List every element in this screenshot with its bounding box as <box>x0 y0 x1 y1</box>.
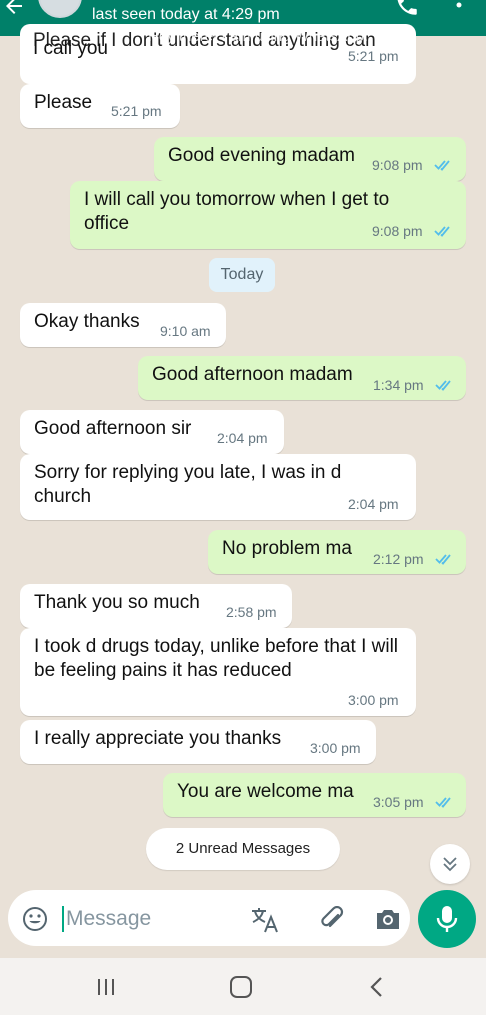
emoji-icon[interactable] <box>22 906 48 932</box>
message-time: 2:58 pm <box>226 604 277 620</box>
message-text: Sorry for replying you late, I was in d … <box>34 462 342 507</box>
message-bubble-incoming[interactable]: I took d drugs today, unlike before that… <box>20 628 416 716</box>
message-text: Good afternoon sir <box>34 418 192 439</box>
mic-icon <box>436 906 458 932</box>
message-text: I really appreciate you thanks <box>34 728 282 749</box>
about-toast: Hey there! I am using WhatsApp. <box>148 28 369 45</box>
message-time: 3:00 pm <box>348 692 399 708</box>
double-chevron-down-icon <box>443 857 457 872</box>
read-ticks-icon <box>434 226 450 237</box>
text-cursor <box>62 906 64 932</box>
message-text: Please <box>34 92 93 113</box>
message-text: Good evening madam <box>168 145 355 166</box>
message-bubble-outgoing[interactable]: Good evening madam 9:08 pm <box>154 137 466 181</box>
message-time: 9:10 am <box>160 323 211 339</box>
message-bubble-outgoing[interactable]: I will call you tomorrow when I get to o… <box>70 181 466 249</box>
attach-icon[interactable] <box>318 906 346 934</box>
message-text: Okay thanks <box>34 311 140 332</box>
read-ticks-icon <box>435 380 451 391</box>
read-ticks-icon <box>435 554 451 565</box>
message-time: 9:08 pm <box>372 157 423 173</box>
message-time: 9:08 pm <box>372 223 423 239</box>
message-bubble-outgoing[interactable]: Good afternoon madam 1:34 pm <box>138 356 466 400</box>
back-icon[interactable] <box>364 974 392 1000</box>
call-icon[interactable] <box>394 0 420 18</box>
message-input[interactable]: Message <box>66 907 151 931</box>
message-time: 3:00 pm <box>310 740 361 756</box>
back-arrow-icon[interactable] <box>2 0 26 18</box>
message-time: 5:21 pm <box>348 48 399 64</box>
message-composer[interactable]: Message <box>8 890 410 946</box>
message-time: 1:34 pm <box>373 377 424 393</box>
message-bubble-incoming[interactable]: I really appreciate you thanks 3:00 pm <box>20 720 376 764</box>
avatar[interactable] <box>38 0 82 18</box>
system-navigation-bar <box>0 958 486 1015</box>
message-text: No problem ma <box>222 538 352 559</box>
message-text: Thank you so much <box>34 592 200 613</box>
scroll-to-bottom-button[interactable] <box>430 844 470 884</box>
message-text: I call you <box>33 38 108 59</box>
message-bubble-incoming[interactable]: Sorry for replying you late, I was in d … <box>20 454 416 520</box>
more-menu-icon[interactable] <box>452 0 466 16</box>
message-bubble-incoming[interactable]: Please 5:21 pm <box>20 84 180 128</box>
message-time: 2:04 pm <box>348 496 399 512</box>
message-bubble-incoming[interactable]: Good afternoon sir 2:04 pm <box>20 410 284 454</box>
message-text: I took d drugs today, unlike before that… <box>34 636 399 681</box>
message-time: 5:21 pm <box>111 103 162 119</box>
day-divider: Today <box>209 258 275 292</box>
camera-icon[interactable] <box>374 906 402 932</box>
last-seen-status[interactable]: last seen today at 4:29 pm <box>92 6 280 24</box>
message-bubble-outgoing[interactable]: No problem ma 2:12 pm <box>208 530 466 574</box>
message-bubble-incoming[interactable]: Okay thanks 9:10 am <box>20 303 226 347</box>
message-text: You are welcome ma <box>177 781 354 802</box>
message-time: 3:05 pm <box>373 794 424 810</box>
message-time: 2:12 pm <box>373 551 424 567</box>
message-list[interactable]: Please if I don't understand anything ca… <box>0 24 486 884</box>
recents-icon[interactable] <box>92 974 120 1000</box>
message-bubble-outgoing[interactable]: You are welcome ma 3:05 pm <box>163 773 466 817</box>
message-time: 2:04 pm <box>217 430 268 446</box>
message-bubble-incoming[interactable]: Thank you so much 2:58 pm <box>20 584 292 628</box>
message-bubble-incoming[interactable]: Please if I don't understand anything ca… <box>20 24 416 84</box>
unread-messages-banner: 2 Unread Messages <box>146 828 340 870</box>
message-text: Good afternoon madam <box>152 364 353 385</box>
read-ticks-icon <box>434 160 450 171</box>
voice-message-button[interactable] <box>418 890 476 948</box>
home-icon[interactable] <box>227 974 255 1000</box>
read-ticks-icon <box>435 797 451 808</box>
translate-icon[interactable] <box>250 906 280 934</box>
